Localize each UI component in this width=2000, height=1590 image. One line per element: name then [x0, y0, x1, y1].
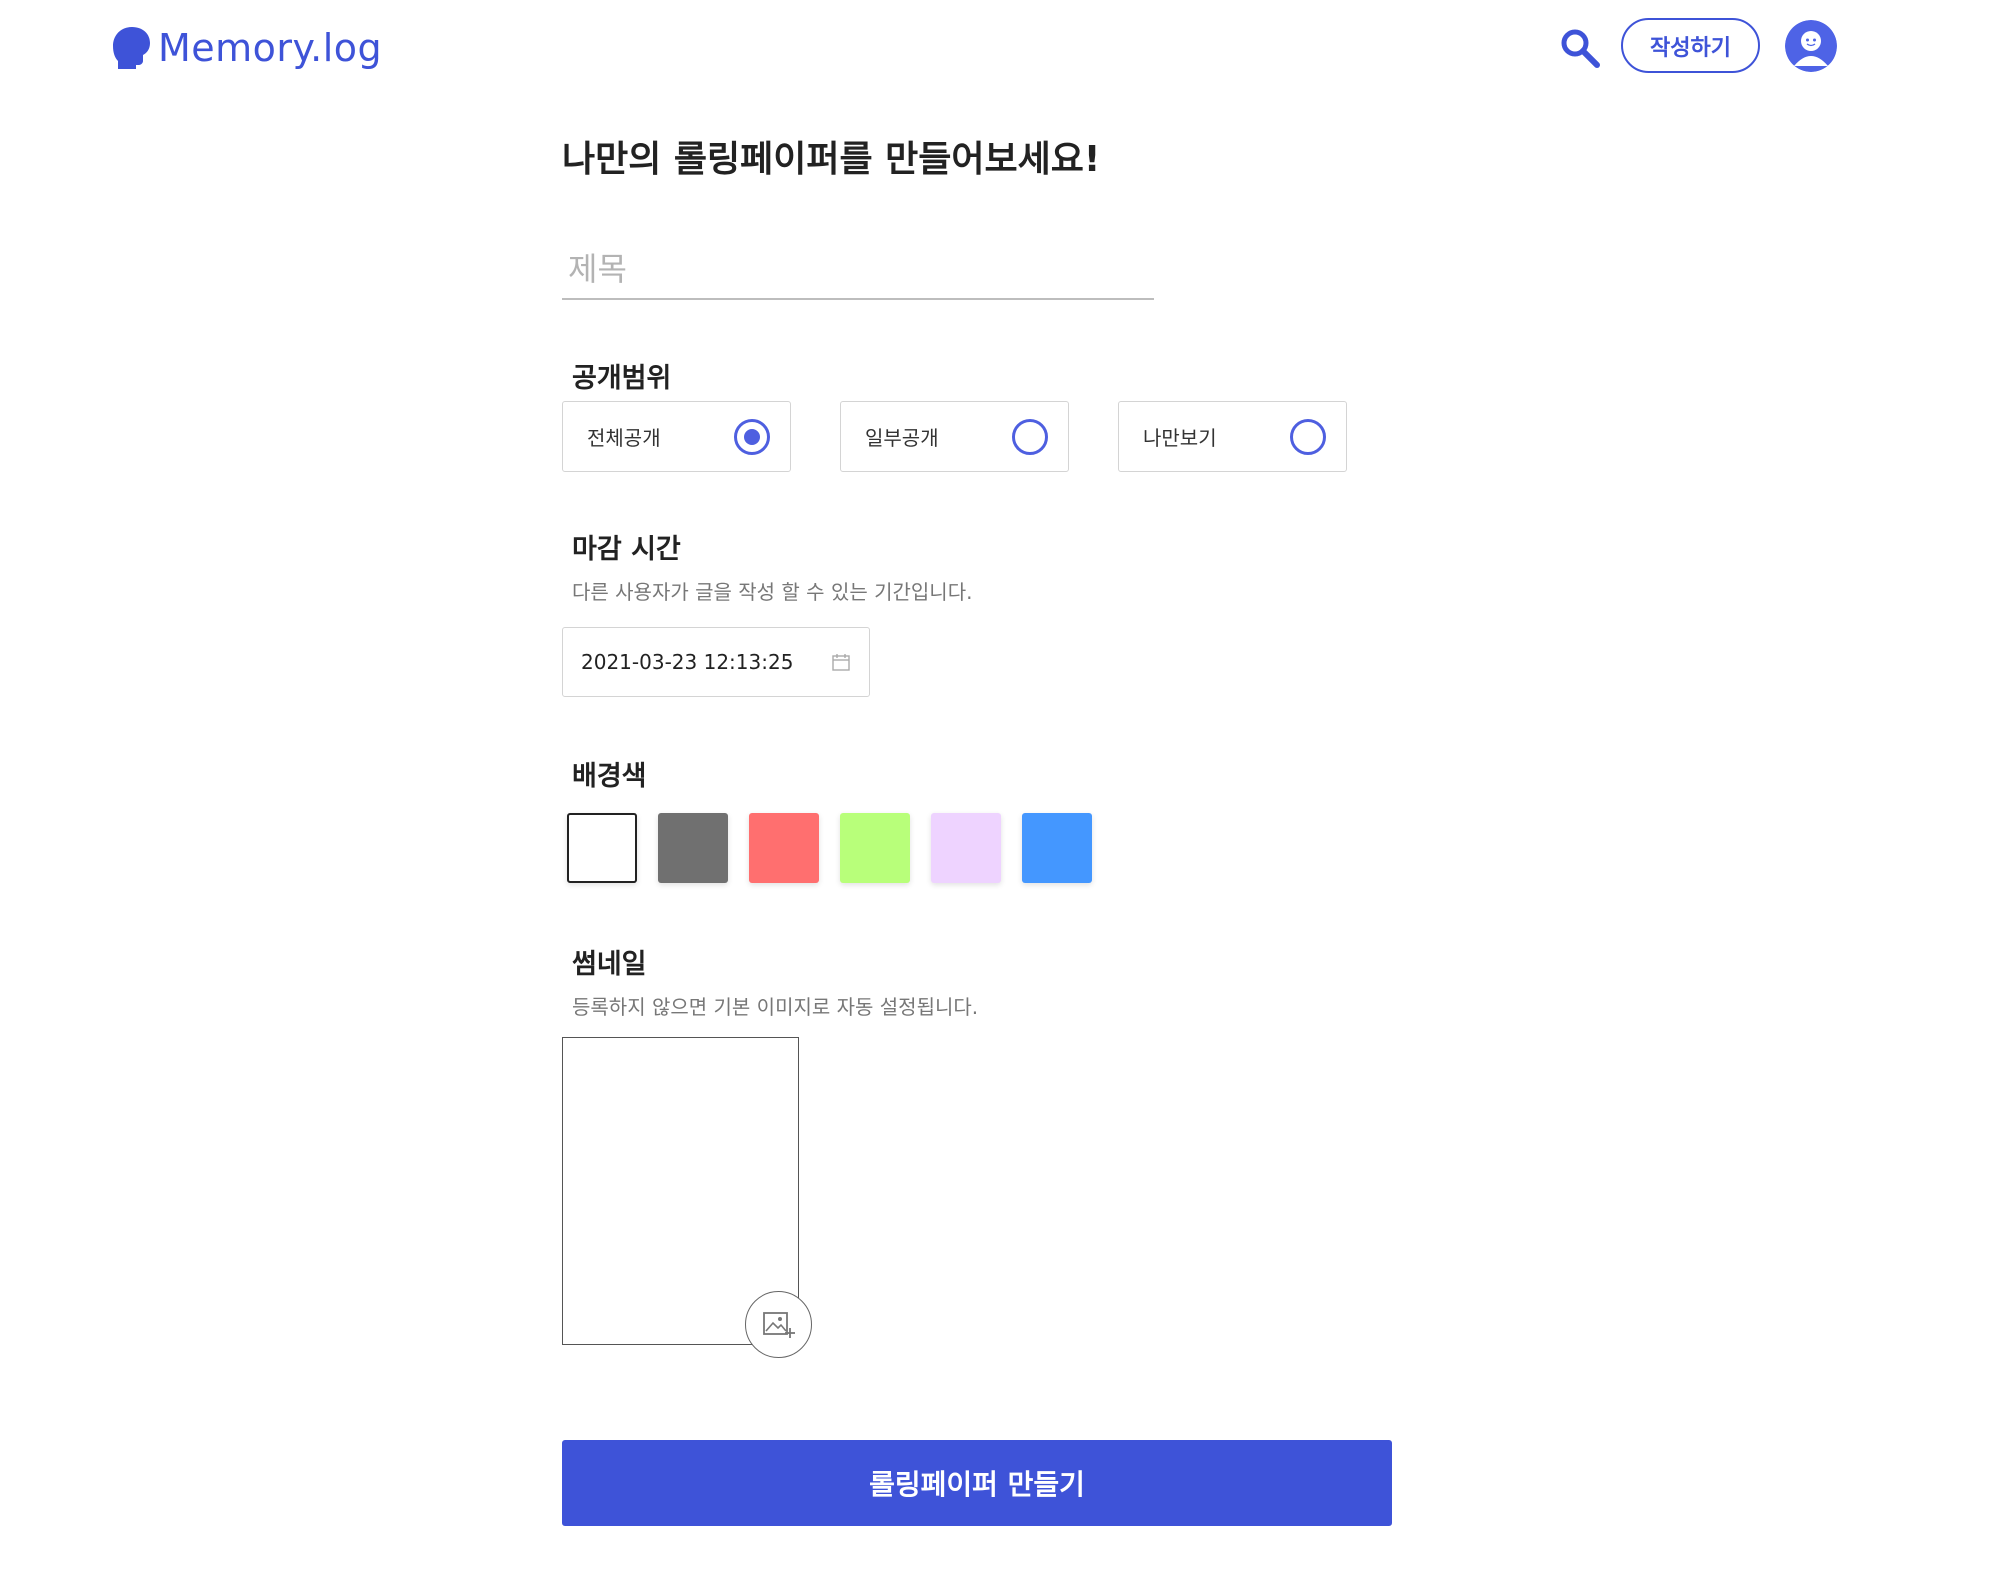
color-swatch-blue[interactable]: [1022, 813, 1092, 883]
calendar-icon: [832, 654, 850, 671]
color-swatch-lavender[interactable]: [931, 813, 1001, 883]
visibility-option-partial[interactable]: 일부공개: [840, 401, 1069, 472]
visibility-label: 공개범위: [572, 363, 672, 394]
add-image-icon: [762, 1311, 795, 1338]
thumbnail-upload-button[interactable]: [745, 1291, 812, 1358]
head-silhouette-icon: [113, 27, 150, 69]
color-swatch-red[interactable]: [749, 813, 819, 883]
visibility-option-public[interactable]: 전체공개: [562, 401, 791, 472]
color-swatch-white[interactable]: [567, 813, 637, 883]
color-swatch-gray[interactable]: [658, 813, 728, 883]
background-color-label: 배경색: [572, 761, 647, 792]
user-avatar[interactable]: [1785, 20, 1837, 72]
user-avatar-icon: [1785, 20, 1837, 72]
logo[interactable]: Memory.log: [112, 24, 382, 72]
radio-checked-icon: [734, 418, 770, 455]
radio-label: 일부공개: [865, 426, 939, 450]
write-button[interactable]: 작성하기: [1621, 18, 1760, 73]
thumbnail-label: 썸네일: [572, 949, 647, 980]
search-icon: [1561, 29, 1600, 68]
create-rolling-paper-button[interactable]: 롤링페이퍼 만들기: [562, 1440, 1392, 1526]
title-input[interactable]: [562, 240, 1154, 300]
radio-unchecked-icon: [1012, 418, 1048, 455]
page-title: 나만의 롤링페이퍼를 만들어보세요!: [562, 139, 1101, 180]
deadline-hint: 다른 사용자가 글을 작성 할 수 있는 기간입니다.: [572, 580, 973, 604]
deadline-label: 마감 시간: [572, 534, 681, 565]
radio-unchecked-icon: [1290, 418, 1326, 455]
visibility-option-private[interactable]: 나만보기: [1118, 401, 1347, 472]
radio-label: 나만보기: [1143, 426, 1217, 450]
color-swatch-green[interactable]: [840, 813, 910, 883]
search-button[interactable]: [1558, 26, 1602, 70]
deadline-value: 2021-03-23 12:13:25: [581, 650, 794, 674]
thumbnail-hint: 등록하지 않으면 기본 이미지로 자동 설정됩니다.: [572, 995, 979, 1019]
logo-text: Memory.log: [158, 26, 383, 70]
deadline-datetime-input[interactable]: 2021-03-23 12:13:25: [562, 627, 870, 697]
radio-label: 전체공개: [587, 426, 661, 450]
